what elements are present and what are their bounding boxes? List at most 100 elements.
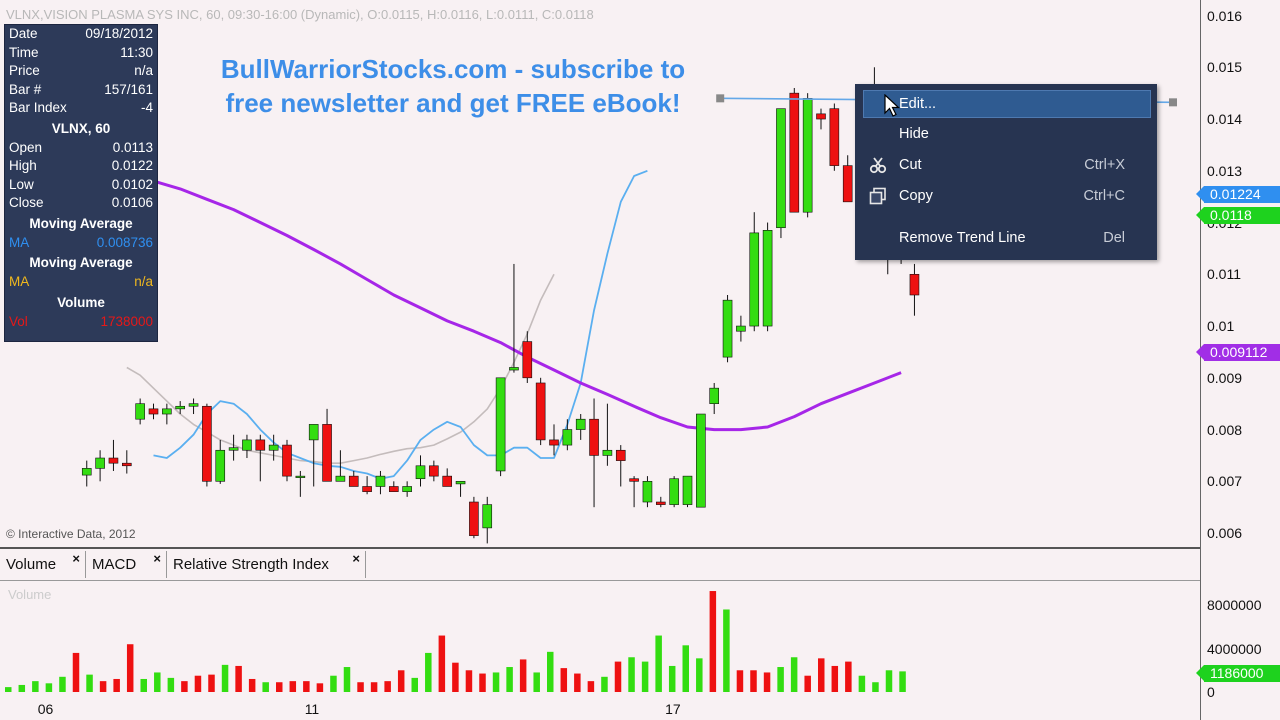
volume-bar (303, 681, 310, 692)
close-icon[interactable]: × (352, 545, 360, 572)
candle-body (709, 387, 720, 404)
volume-bar (289, 681, 297, 692)
candle (482, 496, 493, 544)
candle-body (669, 478, 679, 505)
volume-bar (479, 673, 486, 692)
info-row-bar-number: Bar #157/161 (9, 81, 153, 97)
candle-body (322, 424, 332, 482)
candle (575, 414, 586, 440)
volume-bar (18, 684, 26, 692)
menu-item-remove-trend-line[interactable]: Remove Trend Line Del (855, 224, 1157, 252)
copy-icon (869, 187, 886, 205)
indicator-tabs: Volume × MACD × Relative Strength Index × (0, 547, 1200, 581)
candle-body (749, 232, 760, 327)
volume-bar (384, 681, 391, 692)
candle (589, 398, 599, 508)
volume-bar (5, 687, 12, 692)
candle-body (95, 457, 105, 469)
menu-item-cut[interactable]: Cut Ctrl+X (855, 151, 1157, 179)
tab-rsi[interactable]: Relative Strength Index × (167, 551, 366, 578)
candle (816, 108, 826, 130)
menu-item-hide[interactable]: Hide (855, 120, 1157, 148)
price-tick-label: 0.015 (1207, 59, 1243, 76)
close-icon[interactable]: × (153, 545, 161, 572)
candle (736, 315, 746, 342)
candle-body (429, 465, 439, 477)
candle (162, 403, 172, 425)
candle (295, 470, 306, 497)
volume-bar (560, 668, 568, 692)
candle (188, 398, 199, 415)
candle (535, 377, 546, 446)
candle-body (575, 418, 586, 430)
menu-item-edit[interactable]: Edit... (855, 90, 1157, 118)
candle-body (602, 449, 613, 456)
info-symbol-header: VLNX, 60 (51, 120, 111, 136)
time-tick-label: 17 (665, 701, 681, 717)
candle (842, 155, 853, 203)
volume-bar (696, 658, 703, 692)
volume-bar (262, 682, 269, 692)
candle (95, 450, 105, 482)
candle-body (282, 444, 292, 477)
candle-body (415, 465, 426, 480)
candle-body (362, 486, 372, 492)
volume-bar (113, 678, 120, 692)
promo-banner[interactable]: BullWarriorStocks.com - subscribe to fre… (168, 52, 738, 120)
volume-bar (547, 651, 554, 692)
volume-bar (154, 672, 161, 692)
volume-bar (492, 672, 500, 692)
candle-body (242, 439, 252, 451)
candle-body (442, 475, 453, 487)
candle-body (762, 230, 773, 327)
info-row-ma1: MA 0.008736 (9, 234, 153, 250)
candle (388, 481, 399, 492)
volume-bar (140, 678, 147, 692)
candle-body (629, 478, 639, 482)
candle-body (108, 457, 119, 464)
volume-bar (32, 681, 39, 692)
info-row-date: Date 09/18/2012 (9, 26, 153, 41)
tab-volume[interactable]: Volume × (0, 551, 86, 578)
candle-body (295, 475, 306, 478)
volume-bar (777, 667, 784, 692)
price-tick-label: 0.006 (1207, 525, 1243, 542)
volume-bar (519, 659, 527, 692)
tab-macd[interactable]: MACD × (86, 551, 167, 578)
promo-line-1: BullWarriorStocks.com - subscribe to (220, 54, 686, 84)
candle-body (696, 413, 706, 508)
data-window-panel[interactable]: Date 09/18/2012 Time 11:30 Price n/a Bar #1… (4, 24, 158, 342)
volume-pane-label: Volume (8, 587, 52, 602)
candle-body (482, 504, 493, 529)
volume-bar (723, 609, 730, 692)
info-row-price: Price n/a (9, 63, 153, 78)
data-copyright: © Interactive Data, 2012 (6, 527, 136, 541)
candle (709, 382, 720, 415)
ma-slow-line (153, 179, 902, 432)
candle (602, 403, 613, 466)
candle-body (615, 449, 626, 461)
candle (135, 398, 145, 425)
candle (802, 93, 813, 218)
volume-bar (181, 681, 188, 692)
volume-bar (397, 670, 405, 692)
candle-body (268, 444, 279, 451)
time-tick-label: 06 (37, 701, 54, 717)
info-row-volume: Vol 1738000 (9, 313, 153, 329)
volume-bar (587, 681, 595, 692)
candle-body (175, 405, 185, 410)
candle-body (776, 108, 786, 229)
price-tag-last: 0.0118 (1196, 207, 1280, 224)
info-ma2-header: Moving Average (29, 255, 133, 270)
menu-item-copy[interactable]: Copy Ctrl+C (855, 182, 1157, 210)
ma-fast-line (153, 169, 648, 480)
volume-chart[interactable] (0, 578, 1200, 692)
info-row-ma2: MA n/a (9, 274, 153, 289)
volume-bar (682, 645, 689, 692)
close-icon[interactable]: × (72, 545, 80, 572)
candle-body (455, 481, 466, 485)
candle (148, 403, 159, 420)
volume-tag-last: 1186000 (1196, 665, 1280, 682)
candle-body (736, 325, 746, 332)
candle (415, 455, 426, 487)
